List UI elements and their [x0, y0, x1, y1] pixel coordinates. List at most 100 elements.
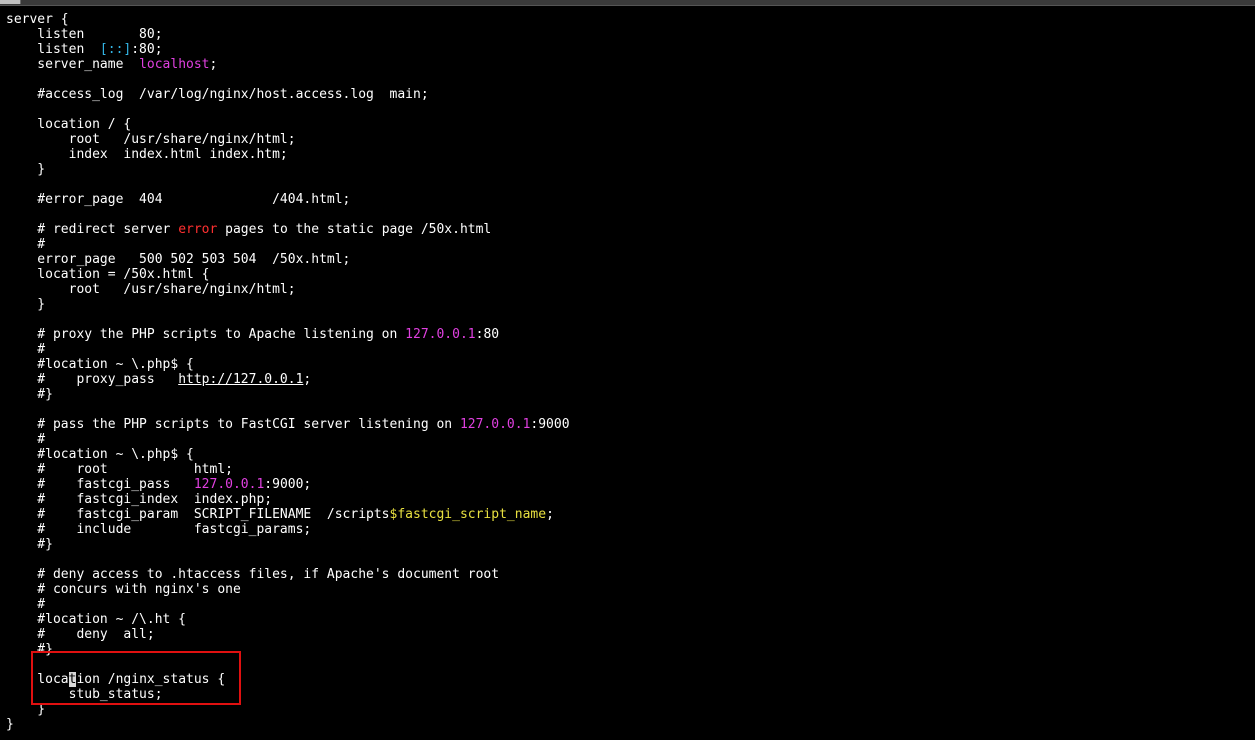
- code-line: index index.html index.htm;: [6, 147, 288, 162]
- code-line: # redirect server error pages to the sta…: [6, 222, 491, 237]
- code-line: error_page 500 502 503 504 /50x.html;: [6, 252, 350, 267]
- code-line: }: [6, 702, 45, 717]
- code-line: # include fastcgi_params;: [6, 522, 311, 537]
- code-line: # fastcgi_param SCRIPT_FILENAME /scripts…: [6, 507, 554, 522]
- code-line: #location ~ \.php$ {: [6, 447, 194, 462]
- code-text: # concurs with nginx's one: [6, 582, 241, 597]
- code-line: }: [6, 717, 14, 732]
- code-line: # root html;: [6, 462, 233, 477]
- code-text: #location ~ \.php$ {: [6, 447, 194, 462]
- code-token: ;: [209, 57, 218, 72]
- code-line: # deny access to .htaccess files, if Apa…: [6, 567, 499, 582]
- code-line: #: [6, 342, 45, 357]
- code-text: # root html;: [6, 462, 233, 477]
- code-token: http://127.0.0.1: [178, 372, 304, 387]
- code-token: :9000;: [264, 477, 312, 492]
- code-line: server_name localhost;: [6, 57, 217, 72]
- code-text: # deny all;: [6, 627, 155, 642]
- code-token: 127.0.0.1: [405, 327, 476, 342]
- code-line: # fastcgi_index index.php;: [6, 492, 272, 507]
- code-line: location = /50x.html {: [6, 267, 210, 282]
- code-text: #}: [6, 537, 53, 552]
- code-token: [::]: [99, 42, 132, 57]
- code-text: }: [6, 717, 14, 732]
- code-token: $fastcgi_script_name: [389, 507, 547, 522]
- code-line: #: [6, 597, 45, 612]
- code-line: # proxy the PHP scripts to Apache listen…: [6, 327, 499, 342]
- code-line: location /nginx_status {: [6, 672, 225, 687]
- code-token: :9000: [530, 417, 570, 432]
- active-tab[interactable]: [0, 0, 21, 4]
- code-text: server_name: [6, 57, 140, 72]
- code-token: :80;: [131, 42, 163, 57]
- code-text: # deny access to .htaccess files, if Apa…: [6, 567, 500, 582]
- code-line: #}: [6, 537, 53, 552]
- code-line: #: [6, 237, 45, 252]
- code-line: #error_page 404 /404.html;: [6, 192, 350, 207]
- code-text: }: [6, 297, 46, 312]
- code-text: listen: [6, 42, 100, 57]
- code-token: :80: [475, 327, 500, 342]
- code-text: #: [6, 237, 46, 252]
- code-text: #error_page 404 /404.html;: [6, 192, 351, 207]
- code-line: }: [6, 297, 45, 312]
- code-line: #location ~ \.php$ {: [6, 357, 194, 372]
- code-line: # deny all;: [6, 627, 155, 642]
- code-text: #}: [6, 642, 53, 657]
- code-token: error: [178, 222, 218, 237]
- code-line: #: [6, 432, 45, 447]
- code-text: location = /50x.html {: [6, 267, 210, 282]
- code-line: # proxy_pass http://127.0.0.1;: [6, 372, 311, 387]
- code-text: # include fastcgi_params;: [6, 522, 312, 537]
- code-text: root /usr/share/nginx/html;: [6, 132, 296, 147]
- code-text: }: [6, 162, 46, 177]
- code-line: # fastcgi_pass 127.0.0.1:9000;: [6, 477, 311, 492]
- code-text: # redirect server: [6, 222, 179, 237]
- code-line: server {: [6, 12, 69, 27]
- code-line: # pass the PHP scripts to FastCGI server…: [6, 417, 570, 432]
- code-text: listen 80;: [6, 27, 163, 42]
- code-text: #: [6, 432, 46, 447]
- code-line: }: [6, 162, 45, 177]
- code-text: # fastcgi_index index.php;: [6, 492, 273, 507]
- code-text: # proxy_pass: [6, 372, 179, 387]
- code-token: 127.0.0.1: [193, 477, 265, 492]
- code-text: loca: [6, 672, 69, 687]
- code-token: localhost: [139, 57, 210, 72]
- code-line: root /usr/share/nginx/html;: [6, 282, 296, 297]
- code-text: #location ~ /\.ht {: [6, 612, 187, 627]
- code-line: root /usr/share/nginx/html;: [6, 132, 296, 147]
- code-line: #}: [6, 387, 53, 402]
- code-line: #}: [6, 642, 53, 657]
- code-text: # fastcgi_pass: [6, 477, 194, 492]
- code-text: #location ~ \.php$ {: [6, 357, 194, 372]
- code-text: root /usr/share/nginx/html;: [6, 282, 296, 297]
- code-text: server {: [6, 12, 69, 27]
- code-text: # proxy the PHP scripts to Apache listen…: [6, 327, 406, 342]
- code-token: ;: [303, 372, 312, 387]
- code-text: #}: [6, 387, 53, 402]
- code-line: #location ~ /\.ht {: [6, 612, 186, 627]
- code-token: pages to the static page /50x.html: [217, 222, 492, 237]
- code-text: # fastcgi_param SCRIPT_FILENAME /scripts: [6, 507, 390, 522]
- code-text: location / {: [6, 117, 132, 132]
- code-text: }: [6, 702, 46, 717]
- code-text: error_page 500 502 503 504 /50x.html;: [6, 252, 351, 267]
- code-token: ion /nginx_status {: [76, 672, 226, 687]
- code-line: listen 80;: [6, 27, 163, 42]
- tab-bar[interactable]: [0, 0, 1255, 6]
- code-token: ;: [546, 507, 554, 522]
- code-text: #access_log /var/log/nginx/host.access.l…: [6, 87, 429, 102]
- code-text: # pass the PHP scripts to FastCGI server…: [6, 417, 460, 432]
- code-text: stub_status;: [6, 687, 163, 702]
- code-line: #access_log /var/log/nginx/host.access.l…: [6, 87, 429, 102]
- code-text: #: [6, 597, 46, 612]
- code-text: index index.html index.htm;: [6, 147, 288, 162]
- code-line: location / {: [6, 117, 131, 132]
- code-line: listen [::]:80;: [6, 42, 163, 57]
- terminal-editor[interactable]: server { listen 80; listen [::]:80; serv…: [0, 12, 1255, 740]
- code-line: stub_status;: [6, 687, 163, 702]
- code-text: #: [6, 342, 46, 357]
- code-token: 127.0.0.1: [459, 417, 531, 432]
- code-line: # concurs with nginx's one: [6, 582, 241, 597]
